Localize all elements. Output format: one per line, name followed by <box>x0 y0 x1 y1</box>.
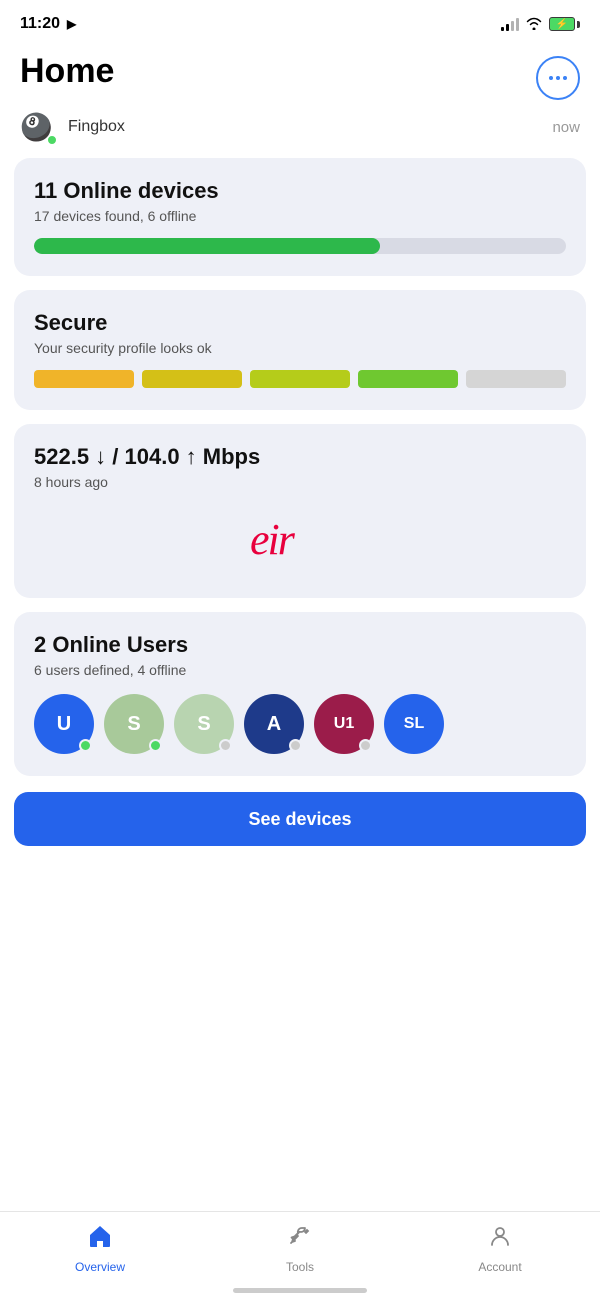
isp-logo: eir <box>34 506 566 576</box>
user-avatar-sl[interactable]: SL <box>384 694 444 754</box>
status-icons: ⚡ <box>501 16 580 33</box>
fingbox-icon: 🎱 <box>20 108 58 146</box>
users-card[interactable]: 2 Online Users 6 users defined, 4 offlin… <box>14 612 586 776</box>
fingbox-row: 🎱 Fingbox now <box>0 104 600 158</box>
nav-item-overview[interactable]: Overview <box>0 1223 200 1274</box>
security-block-4 <box>358 370 458 388</box>
more-options-button[interactable] <box>536 56 580 100</box>
avatar-status-online <box>79 739 92 752</box>
security-blocks <box>34 370 566 388</box>
security-block-3 <box>250 370 350 388</box>
home-indicator <box>233 1288 367 1293</box>
devices-progress-fill <box>34 238 380 254</box>
users-subtitle: 6 users defined, 4 offline <box>34 662 566 678</box>
home-icon <box>87 1223 113 1256</box>
speed-title: 522.5 ↓ / 104.0 ↑ Mbps <box>34 444 566 470</box>
user-avatar-s1[interactable]: S <box>104 694 164 754</box>
security-block-5 <box>466 370 566 388</box>
nav-item-tools[interactable]: Tools <box>200 1223 400 1274</box>
speed-subtitle: 8 hours ago <box>34 474 566 490</box>
navigation-arrow-icon: ▶ <box>67 17 76 31</box>
devices-progress-bar <box>34 238 566 254</box>
status-bar: 11:20 ▶ ⚡ <box>0 0 600 44</box>
nav-label-tools: Tools <box>286 1260 314 1274</box>
avatar-status-offline-s2 <box>219 739 232 752</box>
tools-icon <box>287 1223 313 1256</box>
avatar-status-offline-u1 <box>359 739 372 752</box>
users-title: 2 Online Users <box>34 632 566 658</box>
secure-card[interactable]: Secure Your security profile looks ok <box>14 290 586 410</box>
user-avatar-s2[interactable]: S <box>174 694 234 754</box>
user-avatars-list: U S S A U1 <box>34 694 566 754</box>
user-avatar-u1[interactable]: U1 <box>314 694 374 754</box>
signal-icon <box>501 17 519 31</box>
avatar-status-online-s1 <box>149 739 162 752</box>
secure-title: Secure <box>34 310 566 336</box>
avatar-circle-sl: SL <box>384 694 444 754</box>
fingbox-name: Fingbox <box>68 118 125 136</box>
security-block-1 <box>34 370 134 388</box>
see-devices-label: See devices <box>248 809 351 830</box>
avatar-status-offline-a <box>289 739 302 752</box>
status-time: 11:20 ▶ <box>20 15 76 33</box>
user-avatar-a[interactable]: A <box>244 694 304 754</box>
nav-label-overview: Overview <box>75 1260 125 1274</box>
nav-item-account[interactable]: Account <box>400 1223 600 1274</box>
time-display: 11:20 <box>20 15 60 33</box>
bottom-nav: Overview Tools Account <box>0 1211 600 1299</box>
see-devices-button[interactable]: See devices <box>14 792 586 846</box>
svg-text:eir: eir <box>250 515 296 564</box>
cards-container: 11 Online devices 17 devices found, 6 of… <box>0 158 600 776</box>
nav-label-account: Account <box>478 1260 521 1274</box>
wifi-icon <box>525 16 543 33</box>
devices-subtitle: 17 devices found, 6 offline <box>34 208 566 224</box>
secure-subtitle: Your security profile looks ok <box>34 340 566 356</box>
user-avatar-u[interactable]: U <box>34 694 94 754</box>
fingbox-online-dot <box>47 135 57 145</box>
battery-icon: ⚡ <box>549 17 580 31</box>
page-header: Home <box>0 44 600 104</box>
page-title: Home <box>20 52 114 91</box>
devices-card[interactable]: 11 Online devices 17 devices found, 6 of… <box>14 158 586 276</box>
fingbox-time: now <box>552 119 580 136</box>
security-block-2 <box>142 370 242 388</box>
account-icon <box>487 1223 513 1256</box>
devices-title: 11 Online devices <box>34 178 566 204</box>
speed-card[interactable]: 522.5 ↓ / 104.0 ↑ Mbps 8 hours ago eir <box>14 424 586 598</box>
